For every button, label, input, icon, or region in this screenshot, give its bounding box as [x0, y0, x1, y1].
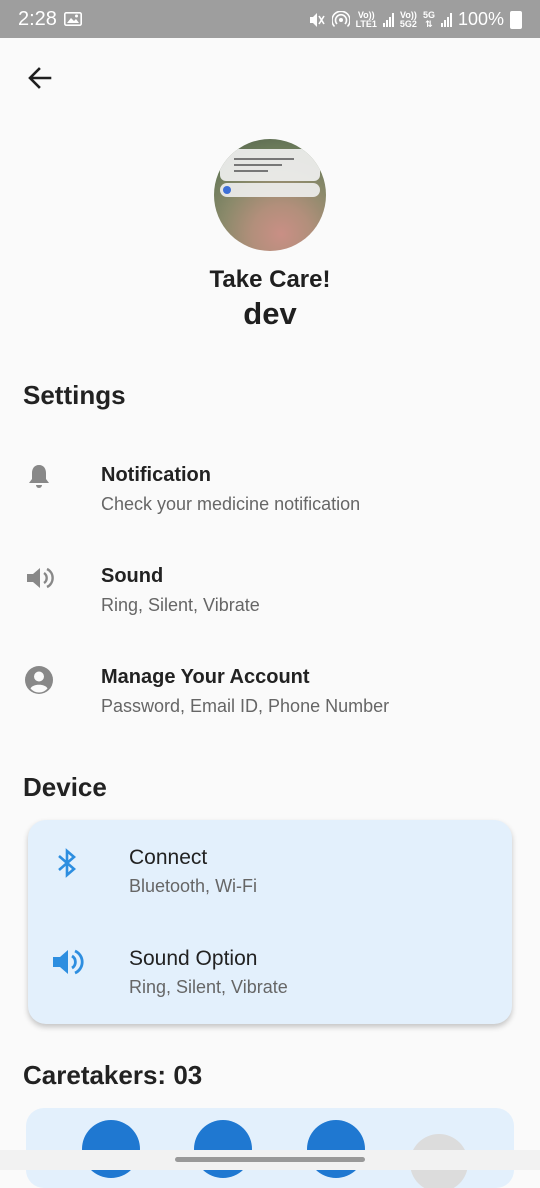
- signal-bars-2-icon: [440, 12, 452, 27]
- back-button[interactable]: [22, 60, 58, 96]
- settings-heading: Settings: [23, 380, 126, 410]
- signal-bars-1-icon: [382, 12, 394, 27]
- speaker-icon: [27, 567, 54, 589]
- hotspot-icon: [331, 10, 350, 27]
- setting-sub: Ring, Silent, Vibrate: [101, 595, 260, 615]
- avatar-image-card: [220, 149, 320, 181]
- setting-sub: Password, Email ID, Phone Number: [101, 696, 390, 716]
- speaker-icon: [53, 949, 84, 975]
- device-label: Connect: [129, 846, 208, 869]
- status-bar: 2:28 Vo)) LTE1 Vo)) 5G2 5G ⇅ 100%: [0, 0, 540, 38]
- setting-label: Sound: [101, 565, 164, 587]
- username-title: dev: [243, 296, 297, 331]
- greeting-title: Take Care!: [209, 266, 331, 293]
- caretakers-heading: Caretakers: 03: [23, 1060, 203, 1090]
- profile-avatar[interactable]: [214, 139, 326, 251]
- setting-sub: Check your medicine notification: [101, 494, 361, 514]
- network-type-label: 5G ⇅: [422, 9, 435, 29]
- gallery-notification-icon: [64, 12, 82, 26]
- setting-sound[interactable]: Sound Ring, Silent, Vibrate: [0, 549, 540, 629]
- account-circle-icon: [25, 666, 53, 694]
- volte-lte1-label: Vo)) LTE1: [355, 9, 377, 29]
- device-sub: Bluetooth, Wi-Fi: [129, 876, 258, 896]
- battery-icon: [510, 10, 522, 29]
- device-label: Sound Option: [129, 947, 258, 970]
- status-icons: Vo)) LTE1 Vo)) 5G2 5G ⇅ 100%: [308, 9, 522, 30]
- setting-manage-account[interactable]: Manage Your Account Password, Email ID, …: [0, 650, 540, 730]
- arrow-back-icon: [28, 67, 52, 89]
- caretakers-card: [26, 1108, 514, 1188]
- mute-icon: [309, 12, 325, 27]
- battery-percent: 100%: [457, 9, 504, 29]
- system-nav-bar: [0, 1150, 540, 1170]
- setting-label: Notification: [101, 464, 211, 486]
- device-heading: Device: [23, 772, 107, 802]
- volte-lte2-label: Vo)) 5G2: [399, 9, 417, 29]
- avatar-image-pill: [220, 183, 320, 197]
- setting-label: Manage Your Account: [101, 666, 310, 688]
- home-gesture-handle[interactable]: [175, 1157, 365, 1162]
- bluetooth-icon: [58, 848, 76, 878]
- device-sound-option[interactable]: Sound Option Ring, Silent, Vibrate: [28, 943, 512, 1023]
- device-connect[interactable]: Connect Bluetooth, Wi-Fi: [28, 842, 512, 922]
- device-sub: Ring, Silent, Vibrate: [129, 977, 288, 997]
- setting-notification[interactable]: Notification Check your medicine notific…: [0, 448, 540, 528]
- status-time: 2:28: [18, 8, 57, 30]
- device-card: Connect Bluetooth, Wi-Fi Sound Option Ri…: [28, 820, 512, 1024]
- avatar-image-dot: [223, 186, 231, 194]
- bell-icon: [29, 465, 49, 488]
